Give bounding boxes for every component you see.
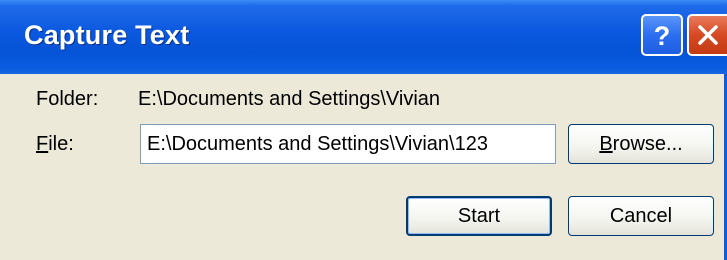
file-label-accelerator: F	[36, 133, 49, 155]
svg-text:?: ?	[654, 21, 671, 50]
browse-label: rowse...	[612, 132, 683, 155]
file-label: File:	[36, 133, 74, 156]
dialog-title: Capture Text	[24, 20, 190, 50]
capture-text-dialog: Capture Text ? Folder: E:\Documents and …	[0, 0, 727, 260]
file-label-text: ile:	[48, 133, 74, 155]
help-button[interactable]: ?	[641, 14, 683, 56]
browse-button[interactable]: Browse...	[568, 124, 714, 164]
browse-accelerator: B	[599, 132, 613, 155]
title-bar[interactable]: Capture Text ?	[0, 0, 727, 74]
close-button[interactable]	[687, 14, 727, 56]
cancel-button[interactable]: Cancel	[568, 196, 714, 236]
file-path-input[interactable]	[140, 124, 556, 164]
folder-path-value: E:\Documents and Settings\Vivian	[138, 88, 441, 110]
folder-label: Folder:	[36, 88, 99, 110]
start-button[interactable]: Start	[406, 196, 552, 236]
close-icon	[698, 25, 718, 45]
help-icon: ?	[654, 21, 671, 50]
